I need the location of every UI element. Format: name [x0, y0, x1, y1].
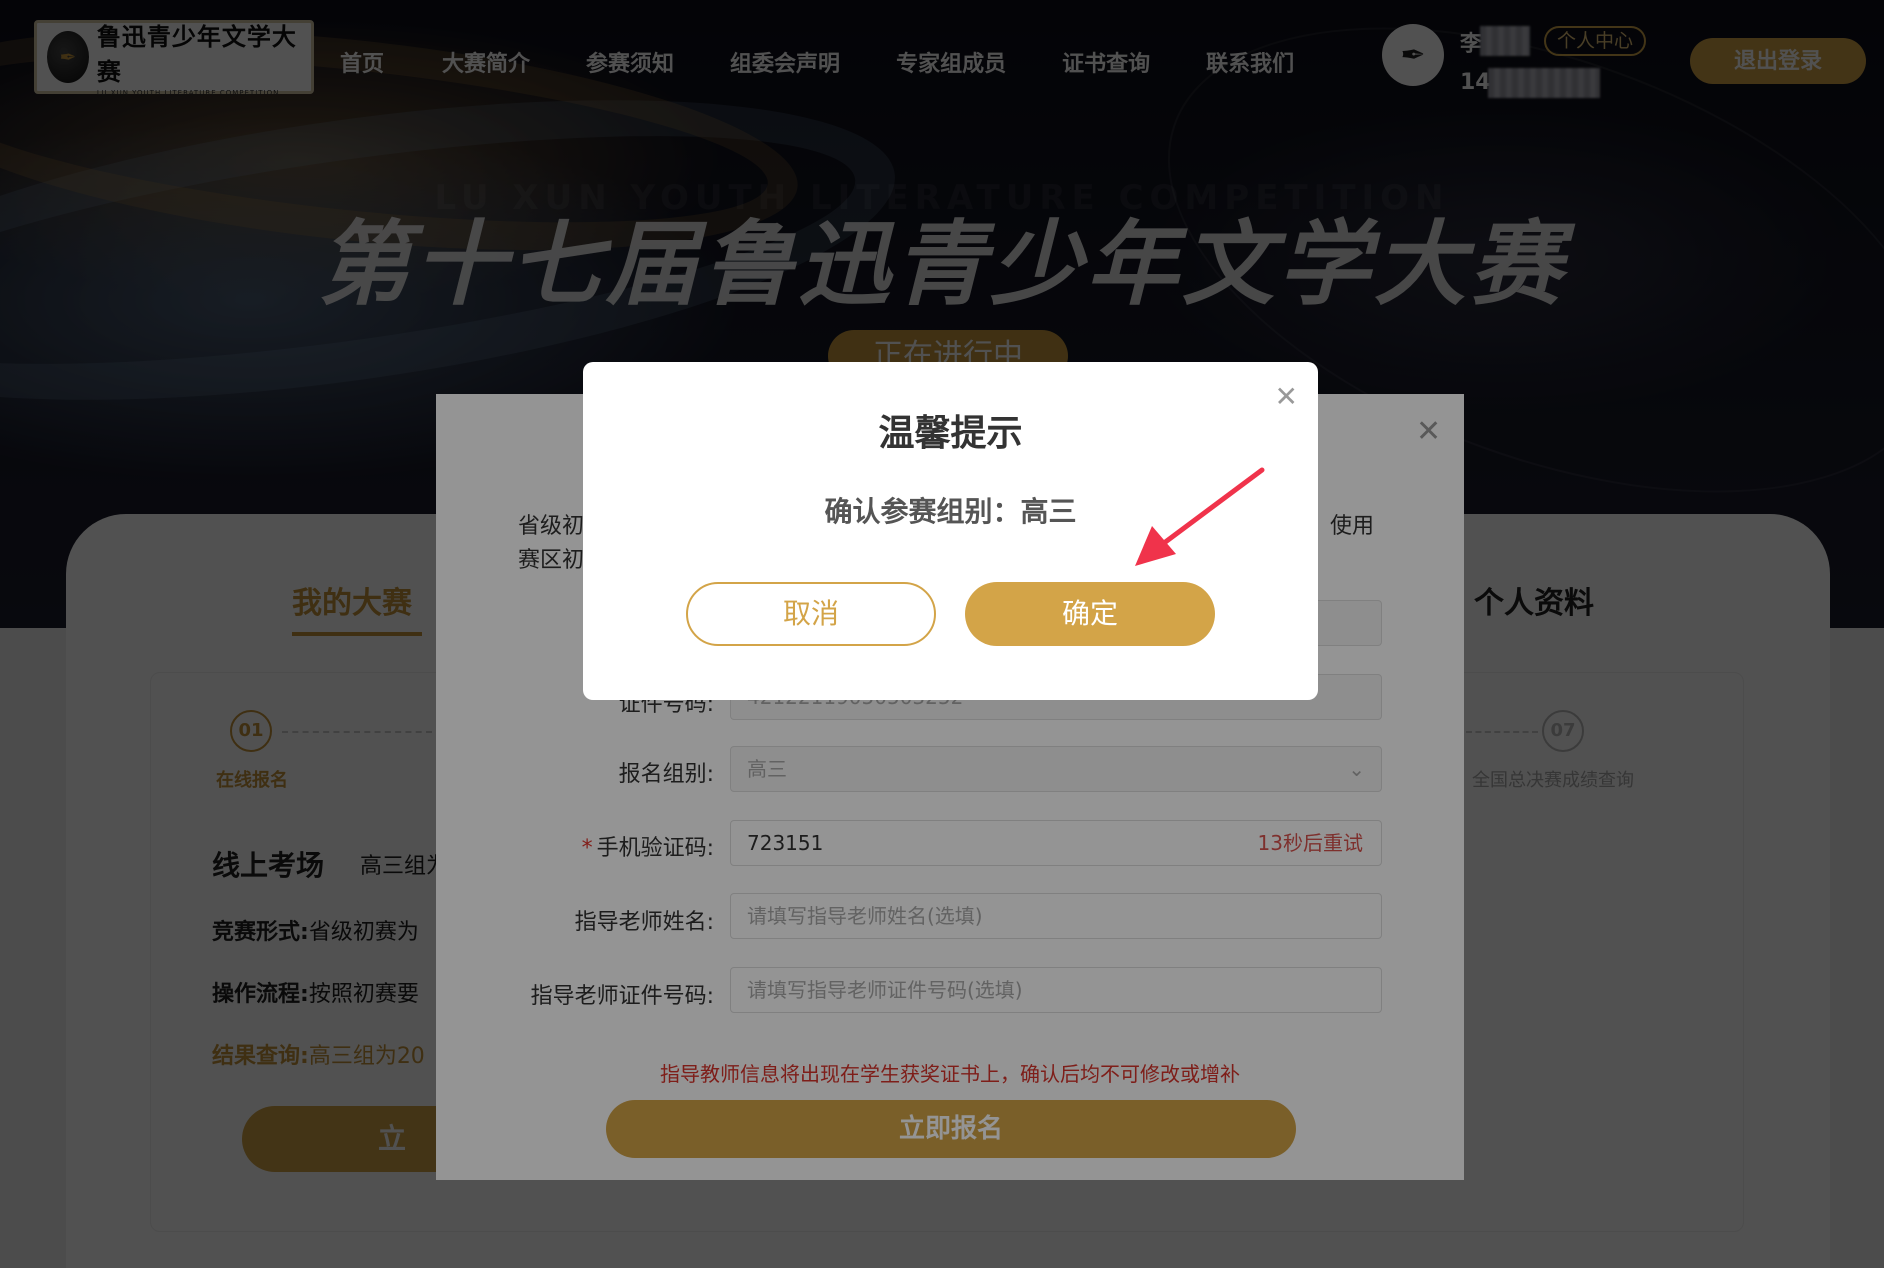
annotation-arrow-icon — [1135, 467, 1265, 566]
